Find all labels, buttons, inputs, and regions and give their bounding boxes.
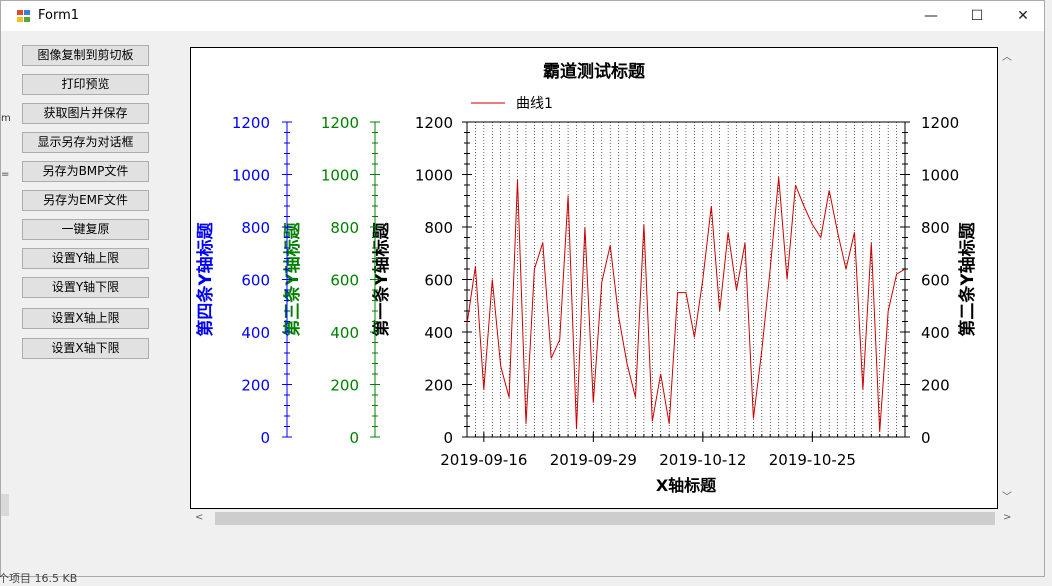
app-icon: [17, 10, 31, 23]
y-tick-label: 200: [241, 377, 270, 395]
x-tick-label: 2019-10-25: [769, 451, 856, 469]
horizontal-scroll-thumb[interactable]: [215, 512, 995, 525]
y-tick-label: 1200: [921, 114, 959, 132]
y-tick-label: 400: [330, 324, 359, 342]
y-axis-title: 第二条Y轴标题: [957, 221, 978, 336]
title-bar[interactable]: Form1 — ☐ ✕: [1, 1, 1044, 31]
y-tick-label: 600: [424, 272, 453, 290]
maximize-button[interactable]: ☐: [954, 1, 1000, 31]
copy-to-clipboard-button[interactable]: 图像复制到剪切板: [22, 45, 149, 66]
maximize-icon: ☐: [970, 8, 984, 24]
scroll-down-icon[interactable]: ﹀: [1002, 493, 1012, 503]
y-tick-label: 0: [443, 429, 453, 447]
y-tick-label: 0: [921, 429, 931, 447]
save-as-bmp-button[interactable]: 另存为BMP文件: [22, 161, 149, 182]
minimize-icon: —: [924, 8, 938, 24]
legend-label: 曲线1: [516, 96, 553, 112]
get-image-save-button[interactable]: 获取图片并保存: [22, 103, 149, 124]
y-tick-label: 1200: [321, 114, 359, 132]
y-tick-label: 800: [424, 219, 453, 237]
y-tick-label: 400: [241, 324, 270, 342]
y-tick-label: 200: [424, 377, 453, 395]
scroll-left-icon[interactable]: <: [195, 513, 203, 523]
y-axis-title: 第四条Y轴标题: [195, 221, 216, 336]
show-save-dialog-button[interactable]: 显示另存为对话框: [22, 132, 149, 153]
y-tick-label: 200: [330, 377, 359, 395]
set-y-max-button[interactable]: 设置Y轴上限: [22, 248, 149, 269]
y-tick-label: 400: [424, 324, 453, 342]
form1-window: Form1 — ☐ ✕ 图像复制到剪切板 打印预览 获取图片并保存 显示另存为对…: [0, 0, 1045, 577]
background-window-fragment: [1, 494, 9, 516]
y-tick-label: 800: [330, 219, 359, 237]
y-tick-label: 1000: [232, 167, 270, 185]
zedgraph-chart[interactable]: 霸道测试标题020040060080010001200第一条Y轴标题020040…: [191, 48, 997, 508]
vertical-scrollbar[interactable]: ︿ ﹀: [998, 47, 1015, 509]
background-status-text: 个项目 16.5 KB: [0, 572, 78, 585]
chart-panel[interactable]: 霸道测试标题 0 200 400 600 800 1000 1200 第一条Y轴标题 0 200 40…: [190, 47, 998, 509]
y-tick-label: 200: [921, 377, 950, 395]
scroll-up-icon[interactable]: ︿: [1002, 53, 1012, 63]
y-tick-label: 600: [241, 272, 270, 290]
scroll-right-icon[interactable]: >: [1003, 513, 1011, 523]
reset-button[interactable]: 一键复原: [22, 219, 149, 240]
edge-fragment: m: [1, 113, 11, 124]
horizontal-scrollbar[interactable]: < >: [190, 510, 1015, 527]
y-tick-label: 1000: [415, 167, 453, 185]
y-tick-label: 1200: [232, 114, 270, 132]
x-axis-title: X轴标题: [656, 476, 717, 495]
x-tick-label: 2019-10-12: [659, 451, 746, 469]
y-tick-label: 1000: [321, 167, 359, 185]
chart-title: 霸道测试标题: [543, 61, 646, 82]
set-x-min-button[interactable]: 设置X轴下限: [22, 338, 149, 359]
y-tick-label: 0: [349, 429, 359, 447]
y-tick-label: 600: [330, 272, 359, 290]
edge-fragment: =: [1, 169, 10, 180]
y-tick-label: 0: [260, 429, 270, 447]
save-as-emf-button[interactable]: 另存为EMF文件: [22, 190, 149, 211]
close-button[interactable]: ✕: [1000, 1, 1046, 31]
y-tick-label: 600: [921, 272, 950, 290]
x-tick-label: 2019-09-29: [550, 451, 637, 469]
window-title: Form1: [38, 8, 80, 23]
y-tick-label: 400: [921, 324, 950, 342]
print-preview-button[interactable]: 打印预览: [22, 74, 149, 95]
y-tick-label: 1000: [921, 167, 959, 185]
set-y-min-button[interactable]: 设置Y轴下限: [22, 277, 149, 298]
y-tick-label: 1200: [415, 114, 453, 132]
close-icon: ✕: [1017, 8, 1029, 24]
set-x-max-button[interactable]: 设置X轴上限: [22, 308, 149, 329]
minimize-button[interactable]: —: [908, 1, 954, 31]
y-tick-label: 800: [921, 219, 950, 237]
y-tick-label: 800: [241, 219, 270, 237]
x-tick-label: 2019-09-16: [440, 451, 527, 469]
